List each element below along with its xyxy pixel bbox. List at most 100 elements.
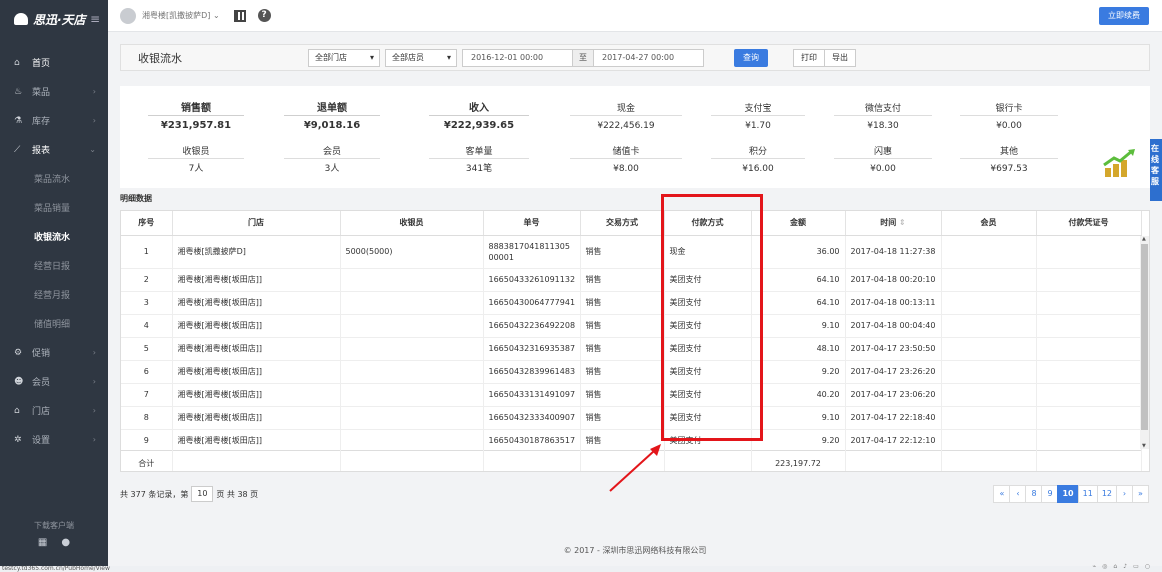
page-button[interactable]: ‹ (1009, 485, 1027, 503)
scroll-up-icon[interactable]: ▲ (1142, 236, 1146, 242)
chevron-right-icon: › (92, 406, 96, 415)
stat-label: 收入 (429, 102, 529, 116)
table-row[interactable]: 6 湘粤楼[湘粤楼[坂田店]] 16650432839961483 销售 美团支付 9.2… (121, 360, 1142, 384)
table-cell: 销售 (580, 429, 665, 453)
store-select[interactable]: 全部门店 (308, 48, 380, 67)
sidebar-item-label: 经营月报 (34, 291, 71, 301)
column-header[interactable]: 会员 (941, 211, 1037, 236)
sidebar-item-stores[interactable]: ⌂ 门店 › (0, 396, 108, 425)
table-cell: 销售 (580, 360, 665, 384)
page-button[interactable]: « (993, 485, 1011, 503)
table-cell: 2017-04-18 00:20:10 (845, 268, 942, 292)
cashier-select[interactable]: 全部店员 (385, 48, 457, 67)
sidebar-item-home[interactable]: ⌂ 首页 (0, 48, 108, 77)
table-cell: 销售 (580, 383, 665, 407)
tray-icon[interactable]: ⌂ (1113, 563, 1123, 570)
date-from-input[interactable]: 2016-12-01 00:00 (462, 48, 573, 67)
chevron-right-icon: › (92, 377, 96, 386)
page-button[interactable]: › (1116, 485, 1133, 503)
table-cell (1036, 383, 1142, 407)
page-button[interactable]: 10 (1057, 485, 1079, 503)
home-icon: ⌂ (14, 57, 20, 68)
sort-icon[interactable]: ⇕ (899, 218, 906, 227)
table-row[interactable]: 4 湘粤楼[湘粤楼[坂田店]] 16650432236492208 销售 美团支付 9.1… (121, 314, 1142, 338)
user-menu[interactable]: 湘粤楼[凯撒披萨D] ⌄ (142, 10, 220, 21)
date-separator: 至 (573, 48, 593, 67)
table-row[interactable]: 9 湘粤楼[湘粤楼[坂田店]] 16650430187863517 销售 美团支付 9.2… (121, 429, 1142, 453)
sidebar-item-promo[interactable]: ⚙ 促销 › (0, 338, 108, 367)
sidebar-item-stored-detail[interactable]: 储值明细 (0, 309, 108, 338)
table-cell: 40.20 (751, 383, 846, 407)
sidebar-item-stock[interactable]: ⚗ 库存 › (0, 106, 108, 135)
column-header[interactable]: 序号 (121, 211, 173, 236)
column-header[interactable]: 付款凭证号 (1036, 211, 1142, 236)
table-cell (340, 429, 484, 453)
sidebar-item-monthly-report[interactable]: 经营月报 (0, 280, 108, 309)
column-header-sortable[interactable]: 时间 ⇕ (845, 211, 942, 236)
scroll-down-icon[interactable]: ▼ (1142, 443, 1146, 449)
table-cell: 6 (121, 360, 173, 384)
table-cell: 销售 (580, 314, 665, 338)
table-cell: 湘粤楼[湘粤楼[坂田店]] (172, 429, 341, 453)
table-row[interactable]: 2 湘粤楼[湘粤楼[坂田店]] 16650433261091132 销售 美团支付 64.… (121, 268, 1142, 292)
tray-icon[interactable]: ⌁ (1093, 563, 1103, 570)
online-service-tab[interactable]: 在线客服 (1150, 139, 1162, 201)
windows-icon[interactable]: ▦ (38, 537, 47, 548)
menu-toggle-icon[interactable]: ≡ (90, 12, 100, 26)
avatar[interactable] (120, 7, 136, 24)
scrollbar-thumb[interactable] (1141, 244, 1148, 430)
help-icon[interactable]: ? (257, 9, 271, 22)
sidebar-item-dish-sales[interactable]: 菜品销量 (0, 193, 108, 222)
user-name: 湘粤楼[凯撒披萨D] (142, 11, 211, 20)
page-button[interactable]: » (1132, 485, 1149, 503)
table-row[interactable]: 8 湘粤楼[湘粤楼[坂田店]] 16650432333400907 销售 美团支付 9.1… (121, 406, 1142, 430)
store-icon: ⌂ (14, 405, 20, 416)
table-row[interactable]: 5 湘粤楼[湘粤楼[坂田店]] 16650432316935387 销售 美团支付 48.… (121, 337, 1142, 361)
table-cell (941, 291, 1037, 315)
sidebar-item-dish-flow[interactable]: 菜品流水 (0, 164, 108, 193)
sidebar-item-cashier-flow[interactable]: 收银流水 (0, 222, 108, 251)
alipay-stat: 支付宝 ¥1.70 (711, 102, 805, 134)
tray-icon[interactable]: ♪ (1123, 563, 1133, 570)
sidebar-item-settings[interactable]: ✲ 设置 › (0, 425, 108, 454)
page-button[interactable]: 9 (1041, 485, 1059, 503)
print-button[interactable]: 打印 (793, 48, 825, 67)
table-cell (340, 406, 484, 430)
query-button[interactable]: 查询 (734, 48, 768, 67)
table-cell: 36.00 (751, 235, 846, 269)
table-scrollbar[interactable]: ▲ ▼ (1140, 236, 1149, 449)
table-row[interactable]: 7 湘粤楼[湘粤楼[坂田店]] 16650433131491097 销售 美团支付 40.… (121, 383, 1142, 407)
page-button[interactable]: 8 (1025, 485, 1043, 503)
table-row[interactable]: 3 湘粤楼[湘粤楼[坂田店]] 16650430064777941 销售 美团支付 64.… (121, 291, 1142, 315)
table-row[interactable]: 1 湘粤楼[凯撒披萨D] 5000(5000) 8883817041811305000… (121, 235, 1142, 269)
column-header[interactable]: 金额 (751, 211, 846, 236)
page-button[interactable]: 12 (1096, 485, 1117, 503)
sidebar-item-members[interactable]: ☻ 会员 › (0, 367, 108, 396)
table-header-row: 序号 门店 收银员 单号 交易方式 付款方式 金额 时间 ⇕ 会员 付款凭证号 (121, 211, 1142, 236)
column-header[interactable]: 单号 (483, 211, 581, 236)
detail-title: 明细数据 (120, 194, 152, 203)
android-icon[interactable]: ● (61, 537, 70, 548)
column-header[interactable]: 门店 (172, 211, 341, 236)
export-button[interactable]: 导出 (824, 48, 856, 67)
sidebar-item-daily-report[interactable]: 经营日报 (0, 251, 108, 280)
sidebar-item-reports[interactable]: ⟋ 报表 ⌄ (0, 135, 108, 164)
table-cell: 湘粤楼[湘粤楼[坂田店]] (172, 337, 341, 361)
promo-icon: ⚙ (14, 347, 23, 358)
renew-button[interactable]: 立即续费 (1099, 7, 1149, 25)
qr-code-icon[interactable] (233, 9, 246, 22)
date-to-input[interactable]: 2017-04-27 00:00 (593, 48, 704, 67)
sidebar-item-dishes[interactable]: ♨ 菜品 › (0, 77, 108, 106)
download-client[interactable]: 下载客户端 ▦ ● (0, 520, 108, 548)
tray-icon[interactable]: ▭ (1133, 563, 1145, 570)
column-header[interactable]: 交易方式 (580, 211, 665, 236)
page-button[interactable]: 11 (1077, 485, 1098, 503)
tray-icon[interactable]: ○ (1145, 563, 1156, 570)
page-number-input[interactable]: 10 (191, 486, 214, 502)
system-tray: ⌁◎⌂♪▭○ (1093, 563, 1156, 570)
logo-icon (14, 13, 28, 25)
column-header[interactable]: 收银员 (340, 211, 484, 236)
tray-icon[interactable]: ◎ (1102, 563, 1113, 570)
brand-name: 思迅·天店 (33, 12, 86, 27)
table-cell: 销售 (580, 337, 665, 361)
